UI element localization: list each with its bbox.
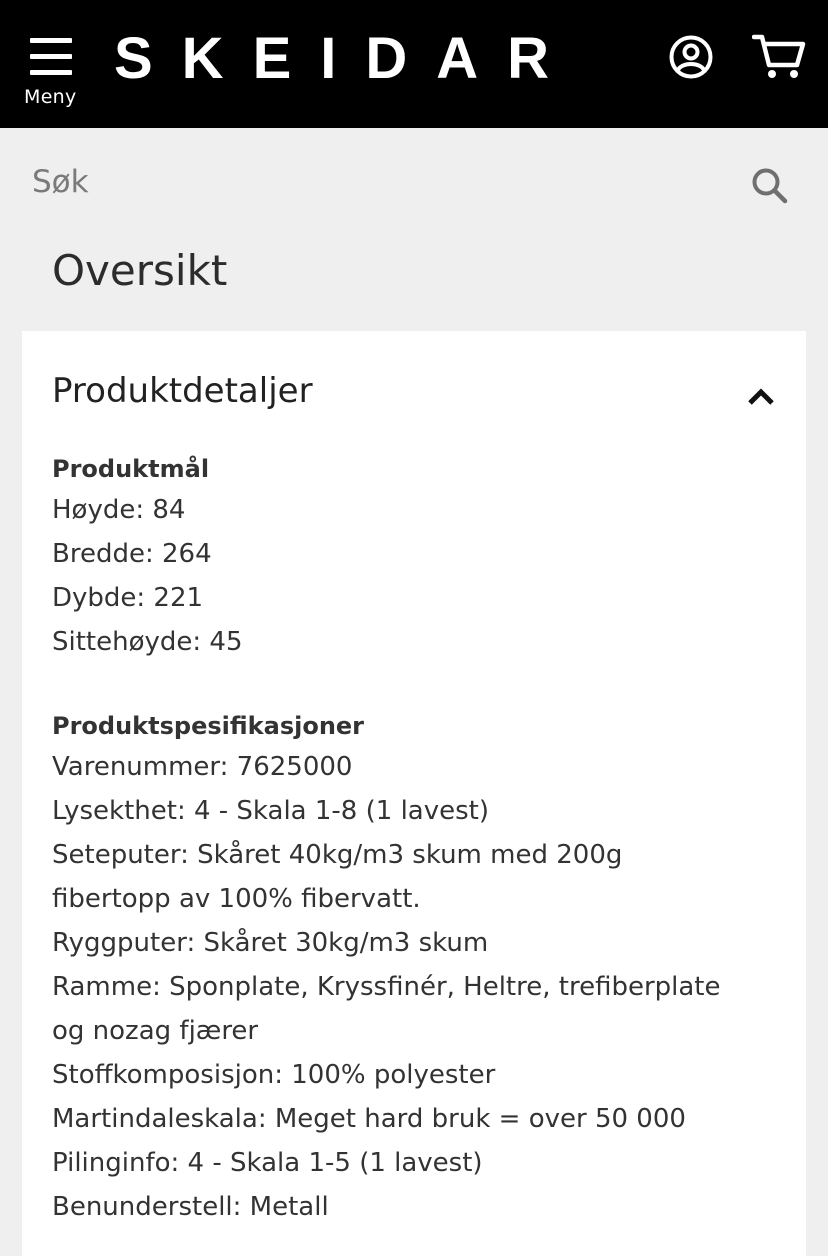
spec-line: og nozag fjærer <box>52 1016 259 1046</box>
spec-line: Varenummer: 7625000 <box>52 752 353 782</box>
spec-line: Stoffkomposisjon: 100% polyester <box>52 1060 496 1090</box>
hamburger-icon <box>30 38 72 76</box>
page-title: Oversikt <box>52 246 228 295</box>
cart-button[interactable] <box>751 32 806 82</box>
dimensions-heading: Produktmål <box>52 455 210 483</box>
menu-button[interactable]: Meny <box>24 34 80 114</box>
spec-line: Pilinginfo: 4 - Skala 1-5 (1 lavest) <box>52 1148 483 1178</box>
product-details-toggle[interactable]: Produktdetaljer <box>22 331 806 451</box>
menu-label: Meny <box>24 86 77 108</box>
account-button[interactable] <box>668 34 714 80</box>
dimension-line: Dybde: 221 <box>52 583 204 613</box>
dimension-line: Bredde: 264 <box>52 539 212 569</box>
chevron-up-icon <box>748 388 774 405</box>
user-circle-icon <box>669 35 713 79</box>
dimension-line: Sittehøyde: 45 <box>52 627 243 657</box>
product-details-panel: Produktdetaljer Produktmål Høyde: 84 Bre… <box>22 331 806 1256</box>
search-bar <box>0 128 828 240</box>
dimension-line: Høyde: 84 <box>52 495 186 525</box>
spec-line: Martindaleskala: Meget hard bruk = over … <box>52 1104 686 1134</box>
spec-line: Seteputer: Skåret 40kg/m3 skum med 200g <box>52 840 623 870</box>
panel-title: Produktdetaljer <box>52 371 313 411</box>
brand-logo[interactable]: SKEIDAR <box>114 24 578 94</box>
spec-line: Lysekthet: 4 - Skala 1-8 (1 lavest) <box>52 796 489 826</box>
spec-line: Ryggputer: Skåret 30kg/m3 skum <box>52 928 489 958</box>
specifications-heading: Produktspesifikasjoner <box>52 712 365 740</box>
search-icon <box>752 168 788 204</box>
search-input[interactable] <box>32 156 722 208</box>
spec-line: Benunderstell: Metall <box>52 1192 329 1222</box>
spec-line: Ramme: Sponplate, Kryssfinér, Heltre, tr… <box>52 972 721 1002</box>
shopping-cart-icon <box>751 34 806 78</box>
search-button[interactable] <box>750 166 790 206</box>
spec-line: fibertopp av 100% fibervatt. <box>52 884 421 914</box>
top-header: Meny SKEIDAR <box>0 0 828 128</box>
